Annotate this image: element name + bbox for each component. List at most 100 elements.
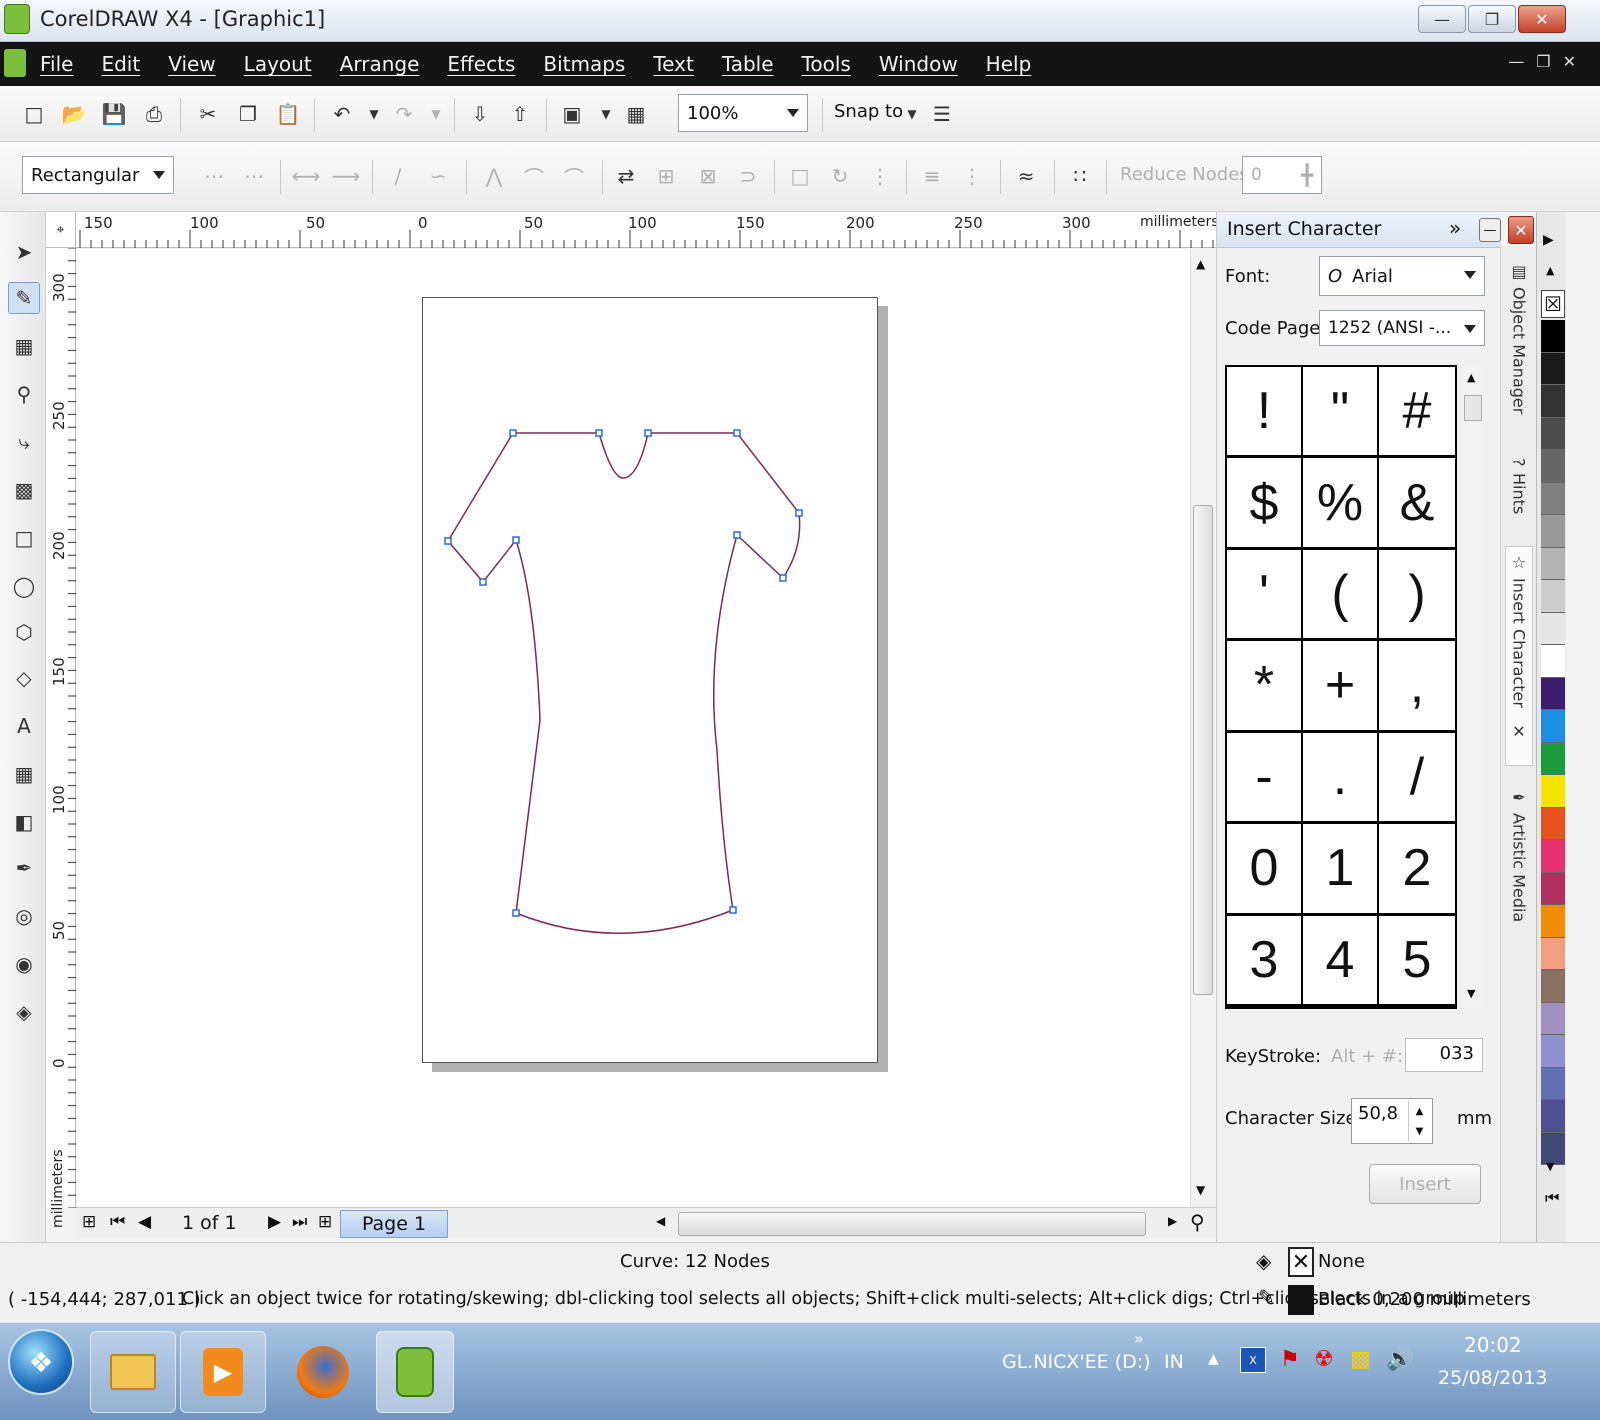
horizontal-scroll-thumb[interactable] bbox=[678, 1212, 1146, 1236]
extend-curve-icon[interactable]: ⊞ bbox=[652, 162, 680, 190]
drive-toolbar[interactable]: GL.NICX'EE (D:) bbox=[1002, 1351, 1151, 1373]
insert-button[interactable]: Insert bbox=[1369, 1164, 1481, 1204]
reverse-direction-icon[interactable]: ⇄ bbox=[612, 162, 640, 190]
application-launcher-icon[interactable]: ▣ bbox=[558, 100, 586, 128]
rotate-nodes-icon[interactable]: ↻ bbox=[826, 162, 854, 190]
vertical-scrollbar[interactable]: ▲ ▼ bbox=[1190, 249, 1216, 1207]
break-curve-icon[interactable]: ⟶ bbox=[332, 162, 361, 190]
menu-layout[interactable]: Layout bbox=[244, 52, 312, 76]
color-swatch[interactable] bbox=[1541, 515, 1565, 548]
color-swatch[interactable] bbox=[1541, 1035, 1565, 1068]
character-cell[interactable]: % bbox=[1303, 458, 1379, 550]
character-cell[interactable]: ( bbox=[1303, 549, 1379, 642]
freehand-tool-icon[interactable]: ⤷ bbox=[8, 426, 40, 458]
print-icon[interactable]: ⎙ bbox=[140, 100, 168, 128]
media-player-taskbar-icon[interactable]: ▶ bbox=[180, 1331, 266, 1413]
zoom-tool-icon[interactable]: ⚲ bbox=[8, 378, 40, 410]
color-swatch[interactable] bbox=[1541, 710, 1565, 743]
cusp-node-icon[interactable]: ⋀ bbox=[480, 162, 508, 190]
selection-mode-combo[interactable]: Rectangular bbox=[22, 156, 174, 194]
color-swatch[interactable] bbox=[1541, 1067, 1565, 1100]
blend-tool-icon[interactable]: ◧ bbox=[8, 806, 40, 838]
paste-icon[interactable]: 📋 bbox=[274, 100, 302, 128]
coreldraw-taskbar-icon[interactable] bbox=[376, 1331, 454, 1413]
color-swatch[interactable] bbox=[1541, 905, 1565, 938]
add-page-before-icon[interactable]: ⊞ bbox=[82, 1212, 96, 1232]
show-hidden-icons-icon[interactable]: ▲ bbox=[1208, 1351, 1219, 1367]
no-color-swatch[interactable]: ☒ bbox=[1541, 290, 1565, 318]
color-swatch[interactable] bbox=[1541, 1002, 1565, 1035]
character-cell[interactable]: " bbox=[1303, 367, 1379, 459]
undo-icon[interactable]: ↶ bbox=[328, 100, 356, 128]
add-node-icon[interactable]: ⋯ bbox=[200, 162, 228, 190]
character-cell[interactable]: $ bbox=[1227, 458, 1303, 550]
character-cell[interactable]: ) bbox=[1379, 550, 1455, 642]
character-cell[interactable]: 5 bbox=[1379, 916, 1455, 1007]
navigator-zoom-icon[interactable]: ⚲ bbox=[1190, 1210, 1205, 1234]
character-cell[interactable]: * bbox=[1227, 641, 1303, 733]
previous-page-icon[interactable]: ◀ bbox=[138, 1212, 151, 1232]
open-folder-icon[interactable]: 📂 bbox=[60, 100, 88, 128]
minimize-button[interactable]: — bbox=[1418, 5, 1466, 33]
color-swatch[interactable] bbox=[1541, 742, 1565, 775]
color-swatch[interactable] bbox=[1541, 775, 1565, 808]
color-swatch[interactable] bbox=[1541, 580, 1565, 613]
symmetrical-node-icon[interactable]: ⌒ bbox=[560, 162, 588, 190]
slider-handle-icon[interactable]: ╋ bbox=[1301, 163, 1313, 187]
table-tool-icon[interactable]: ▦ bbox=[8, 758, 40, 790]
export-icon[interactable]: ⇧ bbox=[506, 100, 534, 128]
palette-scroll-up-icon[interactable]: ▲ bbox=[1546, 264, 1554, 277]
character-cell[interactable]: - bbox=[1227, 732, 1303, 825]
redo-icon[interactable]: ↷ bbox=[390, 100, 418, 128]
text-tool-icon[interactable]: A bbox=[8, 710, 40, 742]
color-swatch[interactable] bbox=[1541, 677, 1565, 710]
reduce-nodes-label[interactable]: Reduce Nodes bbox=[1120, 164, 1249, 185]
keystroke-field[interactable]: 033 bbox=[1405, 1038, 1483, 1072]
character-cell[interactable]: + bbox=[1303, 641, 1379, 733]
fill-swatch[interactable]: ✕ bbox=[1288, 1247, 1314, 1277]
select-all-nodes-icon[interactable]: ∷ bbox=[1066, 162, 1094, 190]
character-size-field[interactable]: 50,8 ▲ ▼ bbox=[1351, 1098, 1433, 1144]
scroll-down-icon[interactable]: ▼ bbox=[1196, 1183, 1205, 1197]
copy-icon[interactable]: ❐ bbox=[234, 100, 262, 128]
palette-expand-icon[interactable]: ⏮ bbox=[1545, 1188, 1559, 1208]
color-swatch[interactable] bbox=[1541, 352, 1565, 385]
character-cell[interactable]: 0 bbox=[1227, 824, 1303, 916]
character-cell[interactable]: & bbox=[1379, 458, 1455, 550]
scroll-up-icon[interactable]: ▲ bbox=[1196, 257, 1205, 271]
start-button[interactable]: ❖ bbox=[8, 1329, 74, 1395]
character-scrollbar[interactable]: ▲ ▼ bbox=[1463, 365, 1483, 1009]
launcher-dropdown-icon[interactable]: ▼ bbox=[592, 100, 620, 128]
docker-expand-icon[interactable]: » bbox=[1449, 216, 1461, 240]
ellipse-tool-icon[interactable]: ◯ bbox=[8, 570, 40, 602]
character-cell[interactable]: / bbox=[1379, 733, 1455, 825]
to-line-icon[interactable]: ∕ bbox=[384, 162, 412, 190]
color-swatch[interactable] bbox=[1541, 970, 1565, 1003]
add-page-after-icon[interactable]: ⊞ bbox=[318, 1212, 332, 1232]
delete-node-icon[interactable]: ⋯ bbox=[240, 162, 268, 190]
eyedropper-tool-icon[interactable]: ✒ bbox=[8, 852, 40, 884]
color-swatch[interactable] bbox=[1541, 1100, 1565, 1133]
docker-minimize-button[interactable]: — bbox=[1479, 218, 1501, 242]
undo-dropdown-icon[interactable]: ▼ bbox=[360, 100, 388, 128]
new-document-icon[interactable]: □ bbox=[20, 100, 48, 128]
outline-tool-icon[interactable]: ◎ bbox=[8, 900, 40, 932]
restore-button[interactable]: ❐ bbox=[1468, 5, 1516, 33]
color-swatch[interactable] bbox=[1541, 385, 1565, 418]
zoom-levels-combo[interactable]: 100% bbox=[678, 94, 808, 132]
color-swatch[interactable] bbox=[1541, 840, 1565, 873]
stretch-nodes-icon[interactable]: □ bbox=[786, 162, 814, 190]
character-cell[interactable]: , bbox=[1379, 641, 1455, 733]
color-swatch[interactable] bbox=[1541, 320, 1565, 353]
color-swatch[interactable] bbox=[1541, 645, 1565, 678]
color-swatch[interactable] bbox=[1541, 807, 1565, 840]
menu-help[interactable]: Help bbox=[986, 52, 1032, 76]
firefox-taskbar-icon[interactable] bbox=[280, 1331, 366, 1413]
color-swatch[interactable] bbox=[1541, 450, 1565, 483]
to-curve-icon[interactable]: ∽ bbox=[424, 162, 452, 190]
xampp-tray-icon[interactable]: X bbox=[1240, 1347, 1266, 1373]
tab-artistic-media[interactable]: ✒ Artistic Media bbox=[1505, 782, 1533, 942]
toolbar-expand-icon[interactable]: » bbox=[1134, 1329, 1144, 1348]
close-icon[interactable]: ✕ bbox=[1510, 722, 1529, 741]
menu-window[interactable]: Window bbox=[879, 52, 958, 76]
